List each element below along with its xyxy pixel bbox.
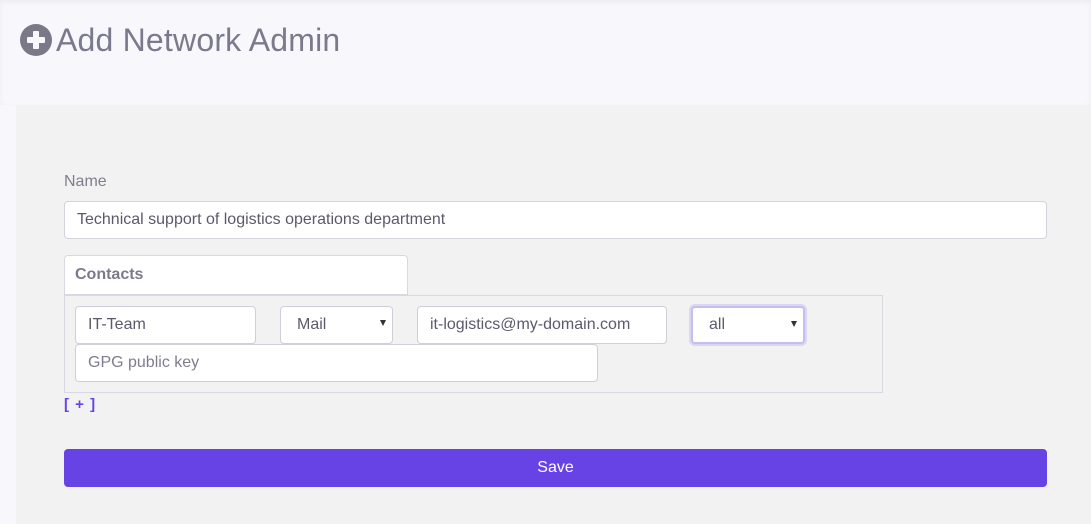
contact-name-value: IT-Team — [88, 316, 146, 333]
chevron-down-icon — [791, 321, 797, 327]
contact-scope-value: all — [709, 316, 726, 333]
contacts-tab-label: Contacts — [75, 266, 144, 283]
contact-name-input[interactable]: IT-Team — [75, 306, 256, 344]
form-panel: Name Technical support of logistics oper… — [16, 105, 1091, 524]
contact-type-select[interactable]: Mail — [280, 306, 393, 344]
page-title-text: Add Network Admin — [56, 21, 341, 58]
add-contact-link[interactable]: [ + ] — [64, 396, 96, 413]
page-title: Add Network Admin — [20, 20, 340, 60]
chevron-down-icon — [380, 320, 386, 326]
name-input-value: Technical support of logistics operation… — [77, 211, 446, 228]
plus-circle-icon — [20, 24, 52, 56]
page-header: Add Network Admin — [0, 0, 1091, 105]
name-label: Name — [64, 173, 107, 190]
gpg-key-placeholder: GPG public key — [88, 354, 200, 371]
gpg-key-input[interactable]: GPG public key — [75, 344, 598, 382]
contact-list: IT-Team Mail it-logistics@my-domain.com … — [64, 295, 883, 393]
contacts-tab[interactable]: Contacts — [64, 255, 408, 295]
save-button[interactable]: Save — [64, 449, 1047, 487]
name-input[interactable]: Technical support of logistics operation… — [64, 201, 1047, 239]
contact-type-value: Mail — [297, 316, 327, 333]
contact-scope-select[interactable]: all — [691, 306, 805, 344]
contact-address-input[interactable]: it-logistics@my-domain.com — [417, 306, 667, 344]
contact-address-value: it-logistics@my-domain.com — [430, 316, 631, 333]
